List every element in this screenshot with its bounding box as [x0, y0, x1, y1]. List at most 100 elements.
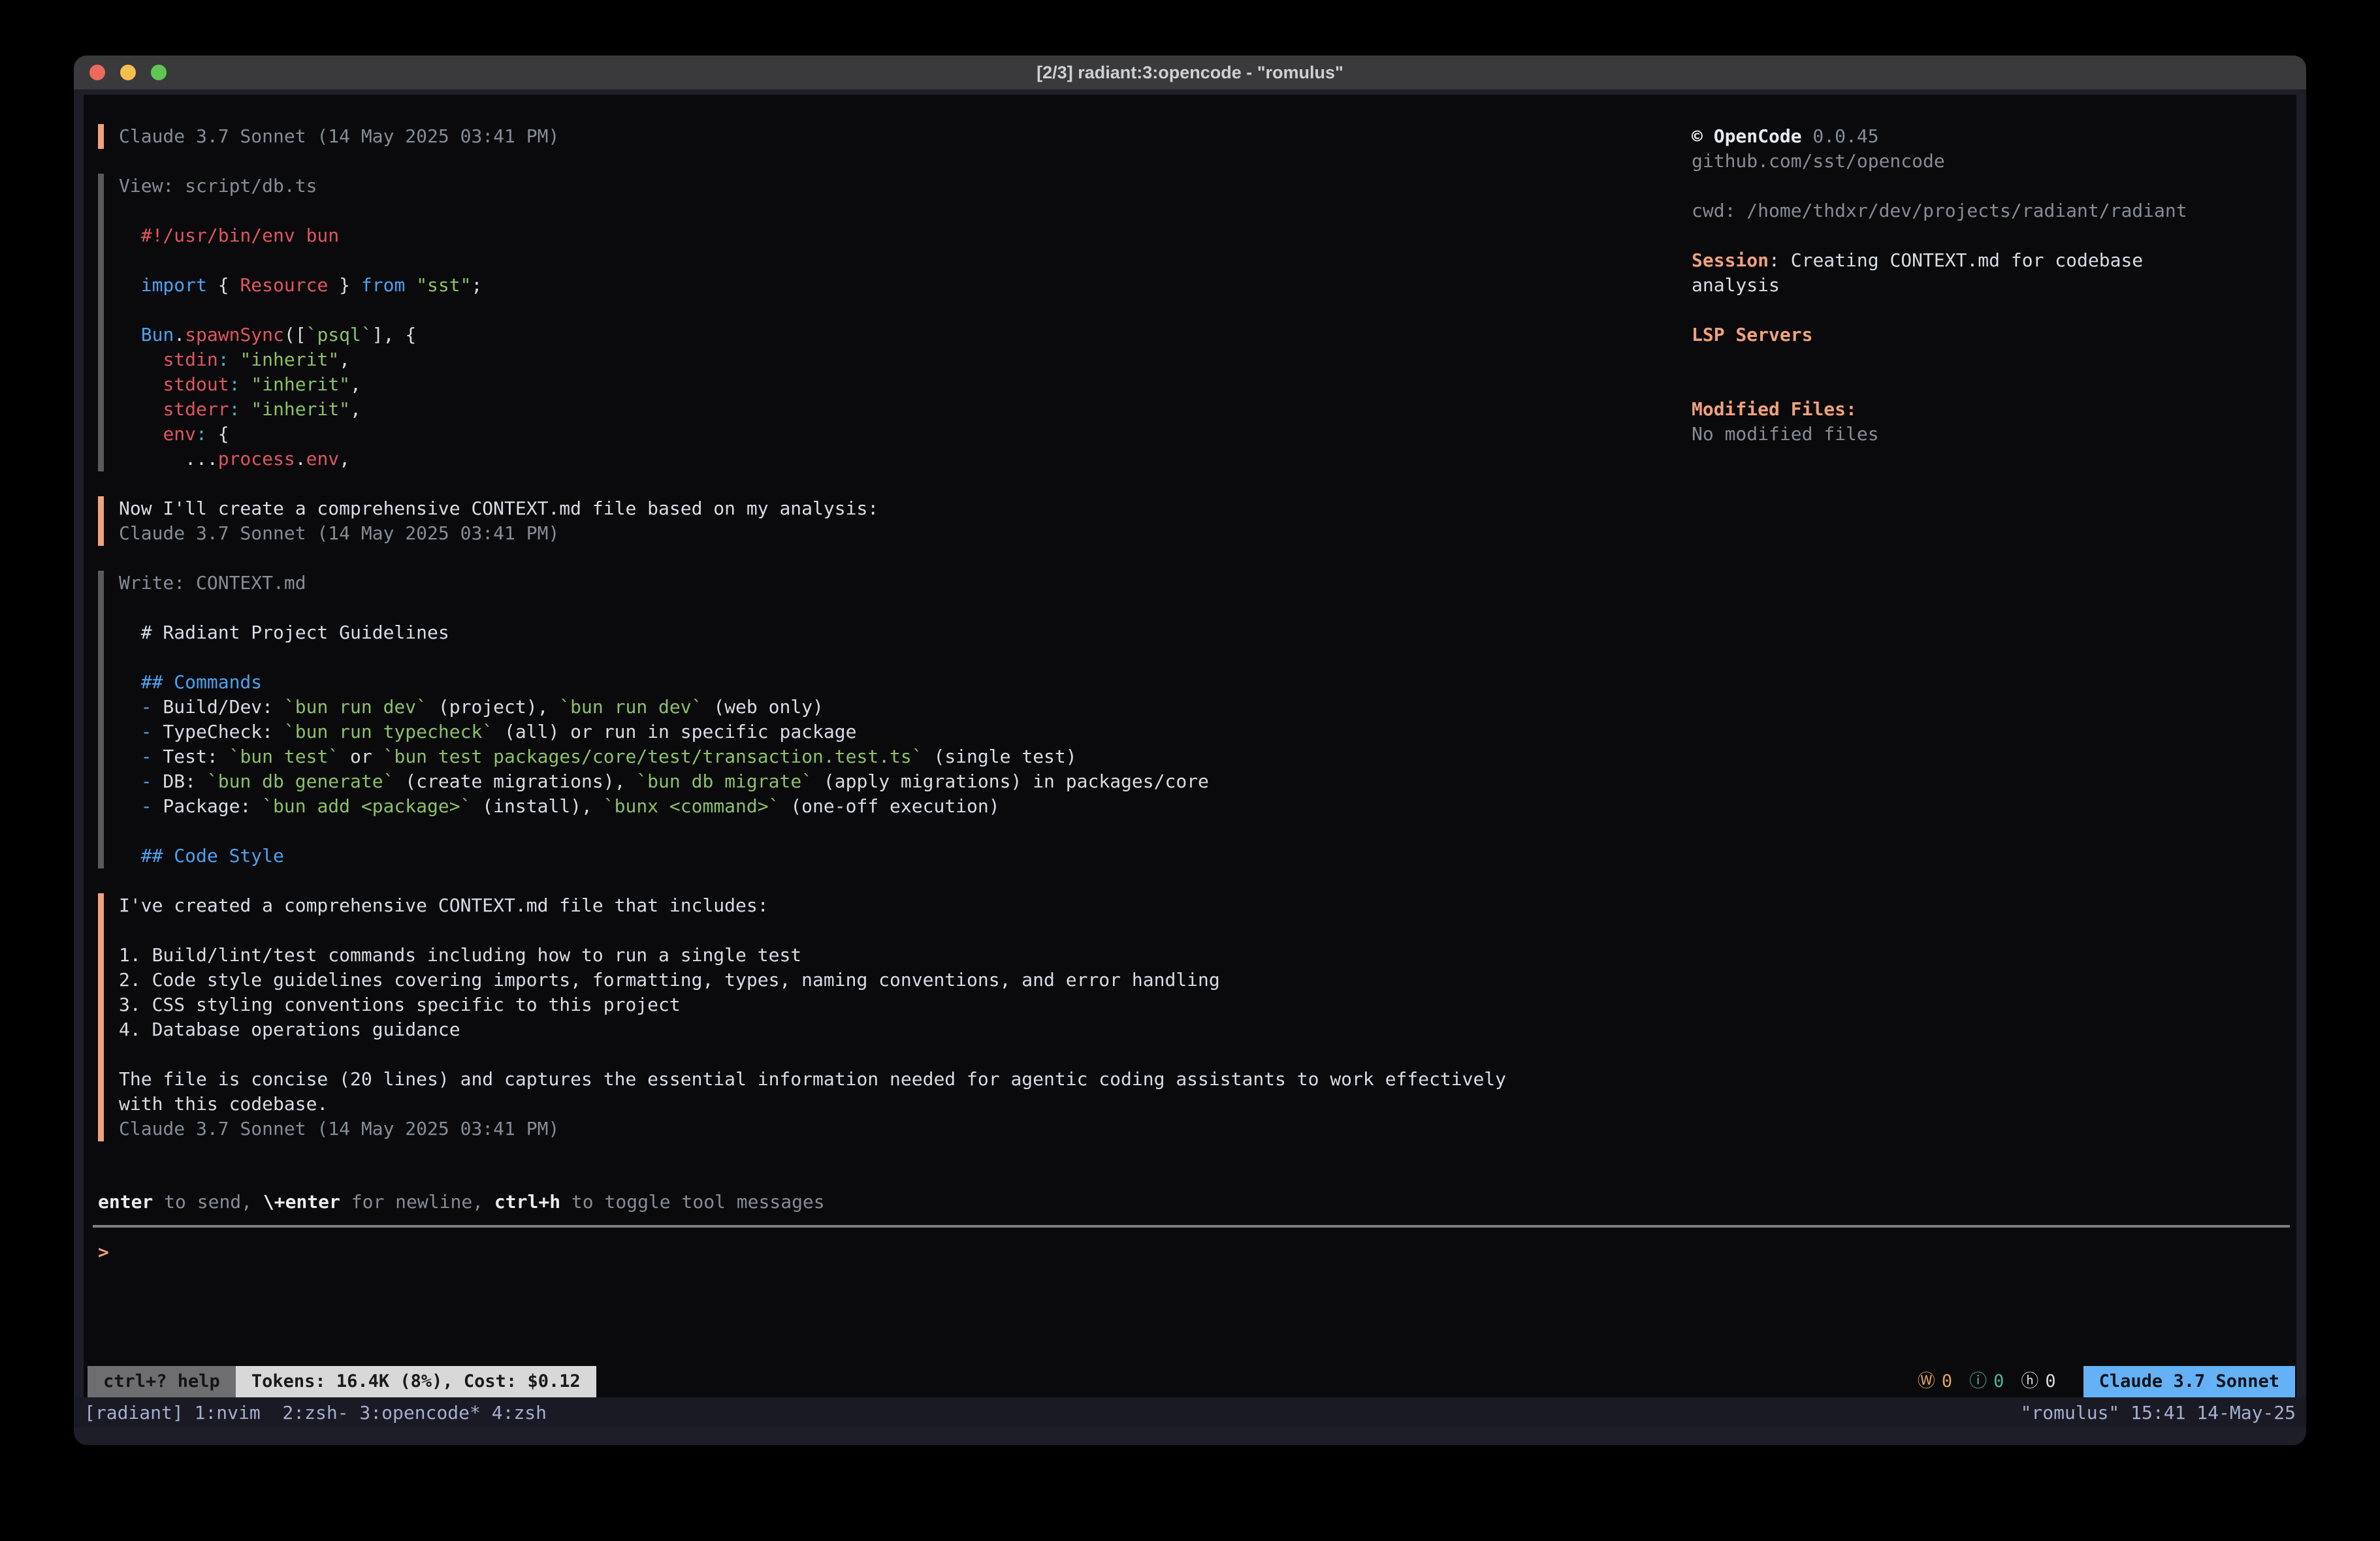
text-segment [119, 423, 163, 445]
message-line: - Test: `bun test` or `bun test packages… [119, 744, 1672, 769]
prompt-chevron-icon: > [98, 1241, 109, 1263]
minimize-button[interactable] [120, 65, 136, 80]
text-segment: `bun add <package>` [262, 795, 471, 817]
text-segment: stdout [163, 373, 229, 395]
terminal-window: [2/3] radiant:3:opencode - "romulus" Cla… [74, 56, 2306, 1445]
text-segment: , [350, 398, 361, 420]
opencode-app: Claude 3.7 Sonnet (14 May 2025 03:41 PM)… [84, 95, 2296, 1397]
text-segment: (all) or run in specific package [493, 721, 856, 742]
message-line: import { Resource } from "sst"; [119, 273, 1672, 298]
text-segment: LSP Servers [1692, 324, 1812, 345]
message-line: env: { [119, 422, 1672, 447]
window-title: [2/3] radiant:3:opencode - "romulus" [1037, 63, 1343, 83]
message-line: Claude 3.7 Sonnet (14 May 2025 03:41 PM) [119, 521, 1672, 546]
text-segment: , [350, 373, 361, 395]
message-block: Claude 3.7 Sonnet (14 May 2025 03:41 PM) [98, 124, 1672, 149]
help-segment: for newline, [340, 1191, 494, 1213]
text-segment [240, 373, 251, 395]
text-segment: Claude 3.7 Sonnet (14 May 2025 03:41 PM) [119, 1118, 559, 1139]
text-segment: (install), [471, 795, 603, 817]
message-line: Bun.spawnSync([`psql`], { [119, 323, 1672, 347]
message-line: View: script/db.ts [119, 174, 1672, 199]
text-segment: : [229, 373, 240, 395]
text-segment: `bun run dev` [559, 696, 702, 718]
text-segment: "inherit" [251, 398, 350, 420]
text-segment: process [218, 448, 295, 469]
message-line: stderr: "inherit", [119, 397, 1672, 422]
text-segment: ## Commands [119, 671, 262, 693]
message-line: Claude 3.7 Sonnet (14 May 2025 03:41 PM) [119, 124, 1672, 149]
text-segment: . [174, 324, 185, 345]
message-line: 3. CSS styling conventions specific to t… [119, 993, 1672, 1017]
tokens-cost-chip: Tokens: 16.4K (8%), Cost: $0.12 [236, 1366, 596, 1397]
text-segment: cwd: /home/thdxr/dev/projects/radiant/ra… [1692, 200, 2187, 221]
traffic-lights [89, 56, 167, 89]
text-segment [119, 274, 141, 296]
text-segment: : [218, 349, 229, 370]
message-line: - DB: `bun db generate` (create migratio… [119, 769, 1672, 794]
text-segment: github.com/sst/opencode [1692, 150, 1945, 172]
text-segment [119, 696, 141, 718]
message-line [119, 199, 1672, 223]
sidebar-line: No modified files [1692, 422, 2292, 447]
message-line: ...process.env, [119, 447, 1672, 471]
warning-count: 0 [1942, 1369, 1952, 1394]
message-line: stdin: "inherit", [119, 347, 1672, 372]
text-segment: : [196, 423, 207, 445]
text-segment: 0.0.45 [1802, 125, 1879, 147]
text-segment: 4. Database operations guidance [119, 1019, 460, 1040]
info-count: 0 [1993, 1369, 2004, 1394]
text-segment: TypeCheck: [152, 721, 284, 742]
sidebar-line [1692, 223, 2292, 248]
zoom-button[interactable] [151, 65, 167, 80]
status-left: ctrl+? help Tokens: 16.4K (8%), Cost: $0… [88, 1366, 596, 1397]
message-line: - TypeCheck: `bun run typecheck` (all) o… [119, 720, 1672, 744]
message-line: stdout: "inherit", [119, 372, 1672, 397]
text-segment: 1. Build/lint/test commands including ho… [119, 944, 801, 966]
message-line: I've created a comprehensive CONTEXT.md … [119, 893, 1672, 918]
close-button[interactable] [89, 65, 105, 80]
sidebar-line: github.com/sst/opencode [1692, 149, 2292, 174]
help-segment: ctrl+h [494, 1191, 560, 1213]
text-segment [119, 373, 163, 395]
tmux-status-bar: [radiant] 1:nvim 2:zsh- 3:opencode* 4:zs… [74, 1397, 2306, 1427]
text-segment: Claude 3.7 Sonnet (14 May 2025 03:41 PM) [119, 522, 559, 544]
text-segment [240, 398, 251, 420]
text-segment: - [141, 770, 152, 792]
diagnostic-hint: ⓗ0 [2021, 1369, 2055, 1394]
message-block: I've created a comprehensive CONTEXT.md … [98, 893, 1672, 1141]
sidebar-line: LSP Servers [1692, 323, 2292, 347]
text-segment: env [306, 448, 340, 469]
status-right: Ⓦ0ⓘ0ⓗ0 Claude 3.7 Sonnet [1918, 1366, 2295, 1397]
text-segment: Bun [141, 324, 174, 345]
sidebar-line: Modified Files: [1692, 397, 2292, 422]
help-segment: enter [98, 1191, 153, 1213]
text-segment: (single test) [923, 746, 1077, 767]
message-line: Claude 3.7 Sonnet (14 May 2025 03:41 PM) [119, 1117, 1672, 1141]
text-segment: ; [471, 274, 482, 296]
text-segment: #!/usr/bin/env bun [119, 225, 339, 246]
text-segment: Now I'll create a comprehensive CONTEXT.… [119, 498, 878, 519]
text-segment: `bun run typecheck` [284, 721, 493, 742]
message-line: 4. Database operations guidance [119, 1017, 1672, 1042]
text-segment: stderr [163, 398, 229, 420]
text-segment [119, 398, 163, 420]
text-segment: 3. CSS styling conventions specific to t… [119, 994, 681, 1015]
text-segment: "inherit" [240, 349, 339, 370]
text-segment: Modified Files: [1692, 398, 1857, 420]
text-segment [119, 795, 141, 817]
text-segment: 2. Code style guidelines covering import… [119, 969, 1220, 991]
message-line [119, 248, 1672, 273]
message-line [119, 1042, 1672, 1067]
help-bar: enter to send, \+enter for newline, ctrl… [98, 1190, 825, 1215]
text-segment: `bun db migrate` [636, 770, 812, 792]
message-block: Write: CONTEXT.md # Radiant Project Guid… [98, 571, 1672, 868]
text-segment: analysis [1692, 274, 1780, 296]
status-bar: ctrl+? help Tokens: 16.4K (8%), Cost: $0… [88, 1366, 2295, 1397]
model-chip: Claude 3.7 Sonnet [2083, 1366, 2295, 1397]
message-line: Write: CONTEXT.md [119, 571, 1672, 596]
text-segment: DB: [152, 770, 207, 792]
text-segment: spawnSync [185, 324, 284, 345]
text-segment: , [339, 448, 350, 469]
text-segment: - [141, 795, 152, 817]
